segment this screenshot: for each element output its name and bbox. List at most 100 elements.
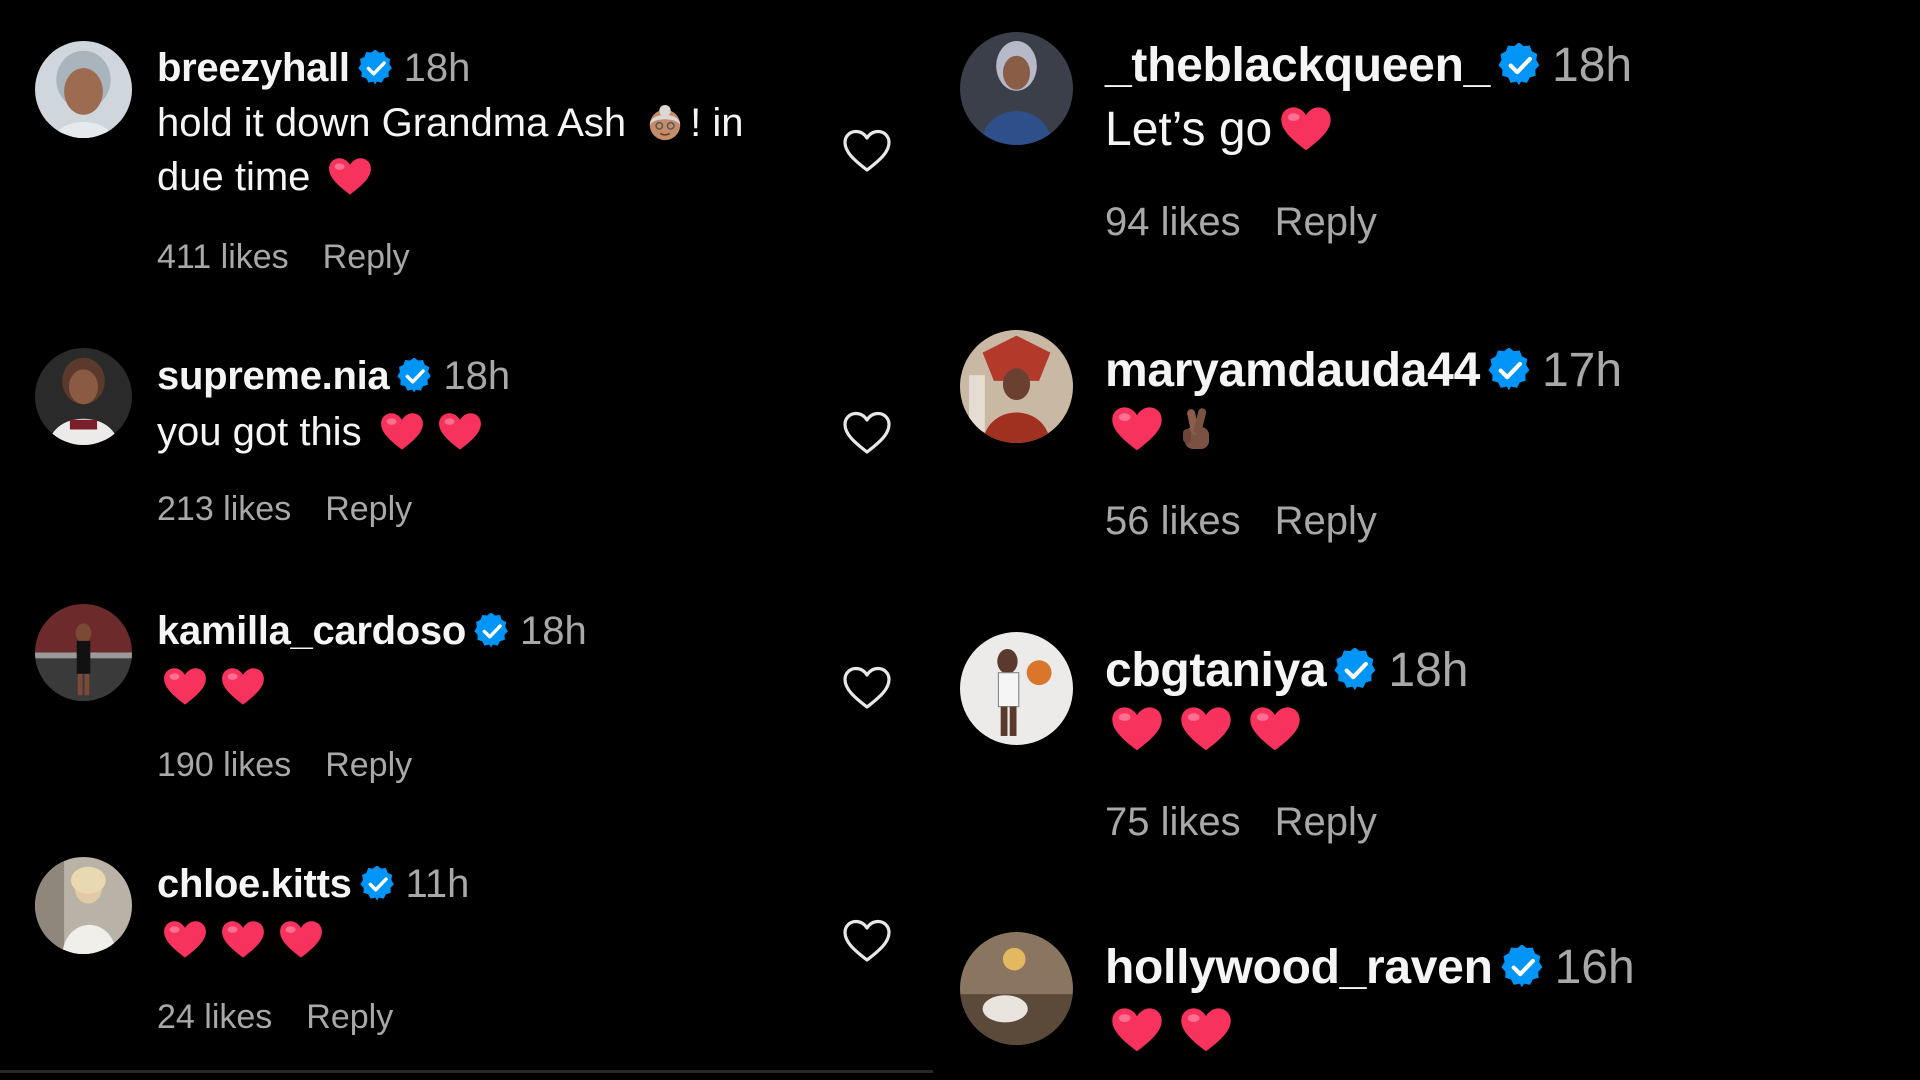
like-count[interactable]: 24 likes bbox=[157, 998, 272, 1036]
comment-meta: 56 likes Reply bbox=[1105, 499, 1411, 544]
pink-heart-emoji bbox=[1111, 406, 1163, 453]
timestamp: 18h bbox=[520, 608, 587, 653]
like-count[interactable]: 411 likes bbox=[157, 238, 289, 276]
pink-heart-emoji bbox=[163, 667, 207, 707]
timestamp: 18h bbox=[403, 45, 471, 90]
divider bbox=[0, 1070, 933, 1073]
pink-heart-emoji bbox=[1180, 1007, 1232, 1054]
username[interactable]: kamilla_cardoso bbox=[157, 609, 466, 654]
verified-badge-icon bbox=[1498, 43, 1542, 87]
comment-item: chloe.kitts 11h 24 likes Reply bbox=[0, 790, 933, 1070]
comment-meta: 411 likes Reply bbox=[157, 238, 444, 277]
comment-item: _theblackqueen_ 18h Let’s go 94 likes Rep… bbox=[933, 0, 1920, 300]
username[interactable]: hollywood_raven bbox=[1105, 940, 1493, 995]
verified-badge-icon bbox=[397, 358, 433, 394]
username[interactable]: maryamdauda44 bbox=[1105, 343, 1480, 398]
like-count[interactable]: 94 likes bbox=[1105, 200, 1241, 244]
comment-header: breezyhall 18h bbox=[157, 44, 470, 92]
comment-item: supreme.nia 18h you got this 213 likes Re… bbox=[0, 290, 933, 540]
crossed-fingers-emoji bbox=[1177, 404, 1217, 454]
comment-text: Let’s go bbox=[1105, 98, 1332, 160]
comment-header: cbgtaniya 18h bbox=[1105, 641, 1468, 699]
heart-outline-icon[interactable] bbox=[842, 918, 892, 964]
avatar[interactable] bbox=[35, 41, 132, 138]
timestamp: 11h bbox=[405, 861, 470, 906]
comment-header: _theblackqueen_ 18h bbox=[1105, 36, 1632, 94]
left-comments-panel: breezyhall 18h hold it down Grandma Ash … bbox=[0, 0, 933, 1080]
reply-button[interactable]: Reply bbox=[1275, 200, 1377, 244]
avatar[interactable] bbox=[35, 348, 132, 445]
pink-heart-emoji bbox=[279, 920, 323, 960]
comment-header: supreme.nia 18h bbox=[157, 352, 510, 400]
timestamp: 18h bbox=[443, 353, 511, 398]
avatar[interactable] bbox=[960, 32, 1073, 145]
verified-badge-icon bbox=[1488, 348, 1532, 392]
pink-heart-emoji bbox=[380, 412, 424, 452]
pink-heart-emoji bbox=[438, 412, 482, 452]
comment-item: hollywood_raven 16h bbox=[933, 900, 1920, 1080]
comment-meta: 213 likes Reply bbox=[157, 490, 446, 529]
comment-text-part: due time bbox=[157, 154, 311, 199]
username[interactable]: breezyhall bbox=[157, 46, 350, 91]
like-count[interactable]: 56 likes bbox=[1105, 499, 1241, 543]
like-count[interactable]: 75 likes bbox=[1105, 800, 1241, 844]
reply-button[interactable]: Reply bbox=[1275, 499, 1377, 543]
reply-button[interactable]: Reply bbox=[1275, 800, 1377, 844]
verified-badge-icon bbox=[474, 613, 510, 649]
comment-text-part: ! in bbox=[690, 100, 744, 145]
username[interactable]: _theblackqueen_ bbox=[1105, 38, 1490, 93]
pink-heart-emoji bbox=[221, 920, 265, 960]
comment-text bbox=[1105, 398, 1217, 460]
pink-heart-emoji bbox=[1111, 706, 1163, 753]
verified-badge-icon bbox=[1501, 945, 1545, 989]
comment-item: maryamdauda44 17h 56 likes Reply bbox=[933, 300, 1920, 600]
comment-header: kamilla_cardoso 18h bbox=[157, 607, 587, 655]
heart-outline-icon[interactable] bbox=[842, 410, 892, 456]
comment-text bbox=[157, 914, 323, 966]
pink-heart-emoji bbox=[328, 157, 372, 197]
comment-meta: 24 likes Reply bbox=[157, 998, 427, 1037]
like-count[interactable]: 213 likes bbox=[157, 490, 291, 528]
pink-heart-emoji bbox=[1180, 706, 1232, 753]
verified-badge-icon bbox=[360, 866, 396, 902]
timestamp: 18h bbox=[1552, 38, 1633, 92]
comment-text bbox=[157, 661, 265, 713]
comment-header: maryamdauda44 17h bbox=[1105, 341, 1622, 399]
comment-header: chloe.kitts 11h bbox=[157, 860, 469, 908]
reply-button[interactable]: Reply bbox=[323, 238, 410, 276]
pink-heart-emoji bbox=[1111, 1007, 1163, 1054]
reply-button[interactable]: Reply bbox=[325, 490, 412, 528]
old-woman-emoji bbox=[646, 104, 684, 142]
username[interactable]: cbgtaniya bbox=[1105, 643, 1327, 698]
timestamp: 17h bbox=[1541, 343, 1623, 397]
username[interactable]: chloe.kitts bbox=[157, 862, 352, 907]
verified-badge-icon bbox=[1334, 648, 1378, 692]
comment-text-part: Let’s go bbox=[1105, 102, 1273, 156]
username[interactable]: supreme.nia bbox=[157, 354, 390, 399]
pink-heart-emoji bbox=[221, 667, 265, 707]
comment-meta: 190 likes Reply bbox=[157, 746, 446, 785]
comment-item: kamilla_cardoso 18h 190 likes Reply bbox=[0, 540, 933, 790]
pink-heart-emoji bbox=[163, 920, 207, 960]
pink-heart-emoji bbox=[1249, 706, 1301, 753]
avatar[interactable] bbox=[960, 632, 1073, 745]
avatar[interactable] bbox=[35, 857, 132, 954]
heart-outline-icon[interactable] bbox=[842, 665, 892, 711]
avatar[interactable] bbox=[960, 330, 1073, 443]
comment-text-part: hold it down Grandma Ash bbox=[157, 100, 627, 145]
timestamp: 18h bbox=[1388, 643, 1469, 697]
timestamp: 16h bbox=[1554, 940, 1635, 994]
verified-badge-icon bbox=[358, 50, 394, 86]
comment-text: you got this bbox=[157, 406, 482, 458]
right-comments-panel: _theblackqueen_ 18h Let’s go 94 likes Rep… bbox=[933, 0, 1920, 1080]
avatar[interactable] bbox=[960, 932, 1073, 1045]
comment-meta: 75 likes Reply bbox=[1105, 800, 1411, 845]
avatar[interactable] bbox=[35, 604, 132, 701]
comment-item: breezyhall 18h hold it down Grandma Ash … bbox=[0, 0, 933, 290]
comment-header: hollywood_raven 16h bbox=[1105, 938, 1635, 996]
comment-text bbox=[1105, 999, 1232, 1061]
heart-outline-icon[interactable] bbox=[842, 128, 892, 174]
reply-button[interactable]: Reply bbox=[325, 746, 412, 784]
reply-button[interactable]: Reply bbox=[306, 998, 393, 1036]
like-count[interactable]: 190 likes bbox=[157, 746, 291, 784]
